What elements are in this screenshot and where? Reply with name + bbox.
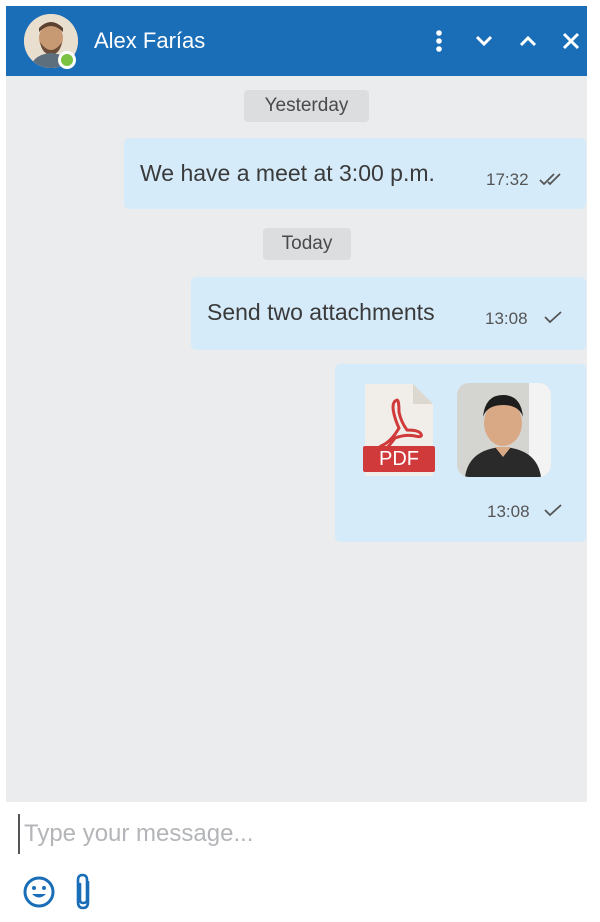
message-bubble[interactable]: We have a meet at 3:00 p.m. 17:32 — [124, 138, 586, 209]
message-time: 17:32 — [486, 170, 529, 189]
message-text: Send two attachments — [207, 299, 435, 325]
double-check-icon — [539, 173, 561, 186]
emoji-icon[interactable] — [22, 875, 56, 909]
message-text: We have a meet at 3:00 p.m. — [140, 160, 435, 186]
chevron-up-icon[interactable] — [513, 24, 543, 58]
check-icon — [544, 504, 562, 517]
message-input[interactable] — [18, 814, 578, 854]
attachment-icon[interactable] — [72, 872, 96, 912]
pdf-label: PDF — [379, 448, 419, 470]
date-separator-label: Today — [281, 233, 333, 254]
chevron-down-icon[interactable] — [469, 24, 499, 58]
image-attachment[interactable] — [457, 383, 551, 477]
more-vert-icon[interactable] — [424, 24, 454, 58]
message-bubble[interactable]: Send two attachments 13:08 — [191, 277, 586, 350]
date-separator: Yesterday — [244, 90, 369, 122]
contact-name: Alex Farías — [94, 28, 206, 53]
photo-thumbnail — [457, 383, 551, 477]
message-composer — [6, 802, 587, 920]
message-time: 13:08 — [485, 309, 528, 328]
pdf-attachment[interactable]: PDF — [361, 380, 437, 480]
close-icon[interactable] — [556, 24, 586, 58]
message-time: 13:08 — [487, 502, 530, 521]
online-status-dot — [58, 51, 76, 69]
date-separator-label: Yesterday — [264, 95, 349, 116]
chat-header: Alex Farías — [6, 6, 587, 76]
chat-window: Alex Farías Yesterday We have a meet at … — [6, 6, 587, 920]
date-separator: Today — [263, 228, 351, 260]
check-icon — [544, 311, 562, 324]
message-bubble[interactable]: PDF 13:08 — [335, 364, 586, 542]
